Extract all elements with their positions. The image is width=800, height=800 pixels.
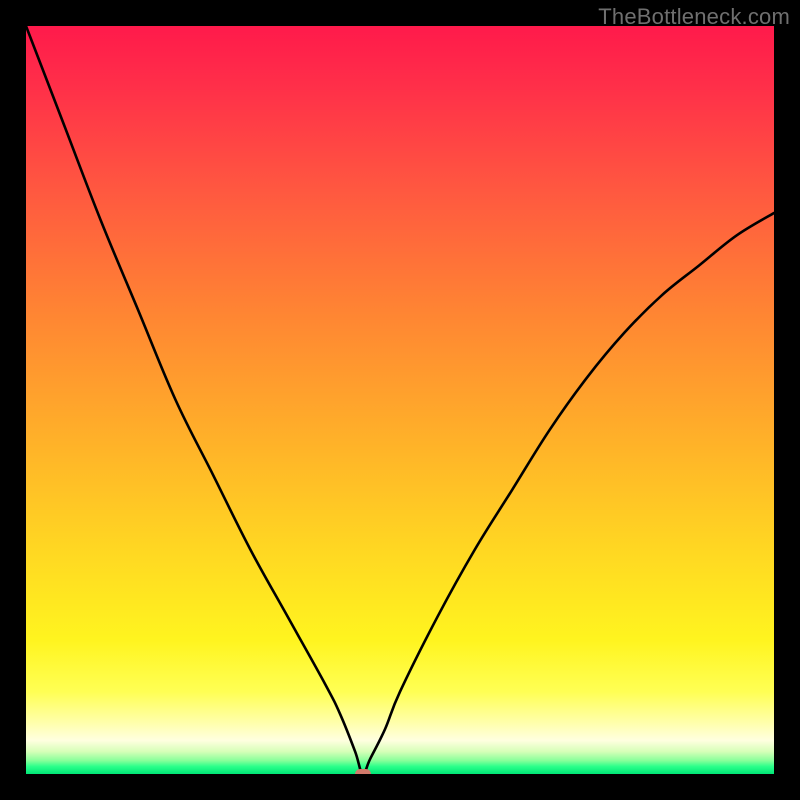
chart-frame: TheBottleneck.com	[0, 0, 800, 800]
bottleneck-curve	[26, 26, 774, 774]
minimum-marker	[355, 769, 371, 774]
watermark-text: TheBottleneck.com	[598, 4, 790, 30]
plot-area	[26, 26, 774, 774]
